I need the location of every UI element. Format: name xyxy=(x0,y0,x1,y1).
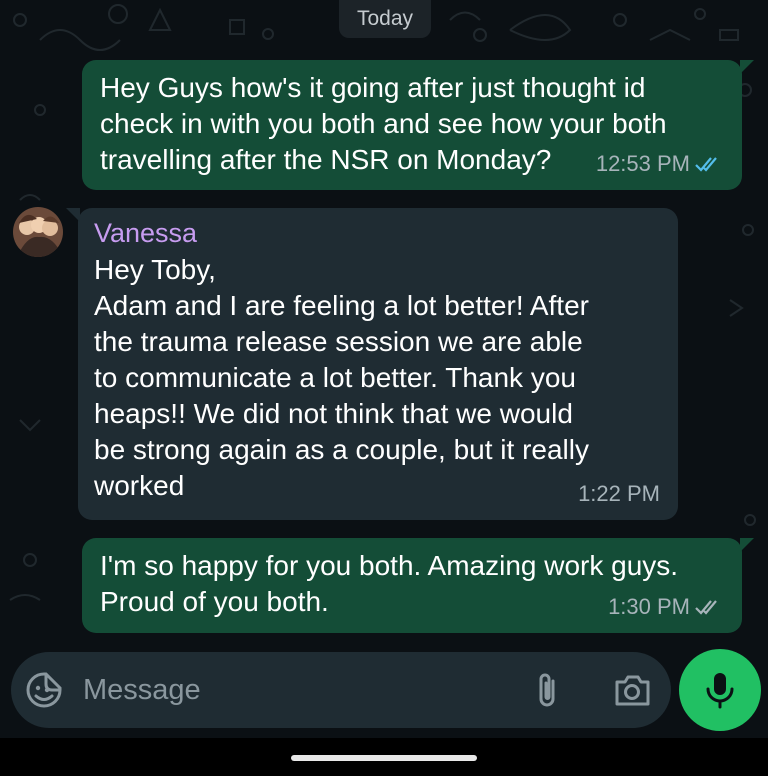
sender-name[interactable]: Vanessa xyxy=(94,216,662,250)
contact-avatar[interactable] xyxy=(13,207,63,257)
message-bubble-outgoing[interactable]: I'm so happy for you both. Amazing work … xyxy=(82,538,754,633)
message-text: Hey Toby, Adam and I are feeling a lot b… xyxy=(94,254,589,501)
microphone-icon xyxy=(706,673,734,709)
message-input[interactable] xyxy=(83,670,483,710)
message-meta: 12:53 PM xyxy=(596,146,724,182)
sticker-smiley-icon[interactable] xyxy=(25,671,63,709)
mic-button[interactable] xyxy=(679,649,761,731)
message-meta: 1:22 PM xyxy=(578,476,660,512)
home-gesture-handle[interactable] xyxy=(291,755,477,761)
message-composer xyxy=(11,652,671,728)
message-time: 12:53 PM xyxy=(595,151,690,176)
message-bubble-outgoing[interactable]: Hey Guys how's it going after just thoug… xyxy=(82,60,754,190)
message-time: 1:22 PM xyxy=(578,481,660,506)
double-check-delivered-icon xyxy=(695,600,717,615)
camera-icon[interactable] xyxy=(612,671,652,709)
paperclip-icon[interactable] xyxy=(531,669,565,711)
message-meta: 1:30 PM xyxy=(608,589,724,625)
message-time: 1:30 PM xyxy=(608,594,690,619)
avatar-photo xyxy=(13,207,63,257)
double-check-read-icon xyxy=(695,157,717,172)
date-divider: Today xyxy=(339,0,431,38)
message-bubble-incoming[interactable]: Vanessa Hey Toby, Adam and I are feeling… xyxy=(66,208,678,520)
chat-screen: Today Hey Guys how's it going after just… xyxy=(0,0,768,776)
system-nav-bar xyxy=(0,738,768,776)
